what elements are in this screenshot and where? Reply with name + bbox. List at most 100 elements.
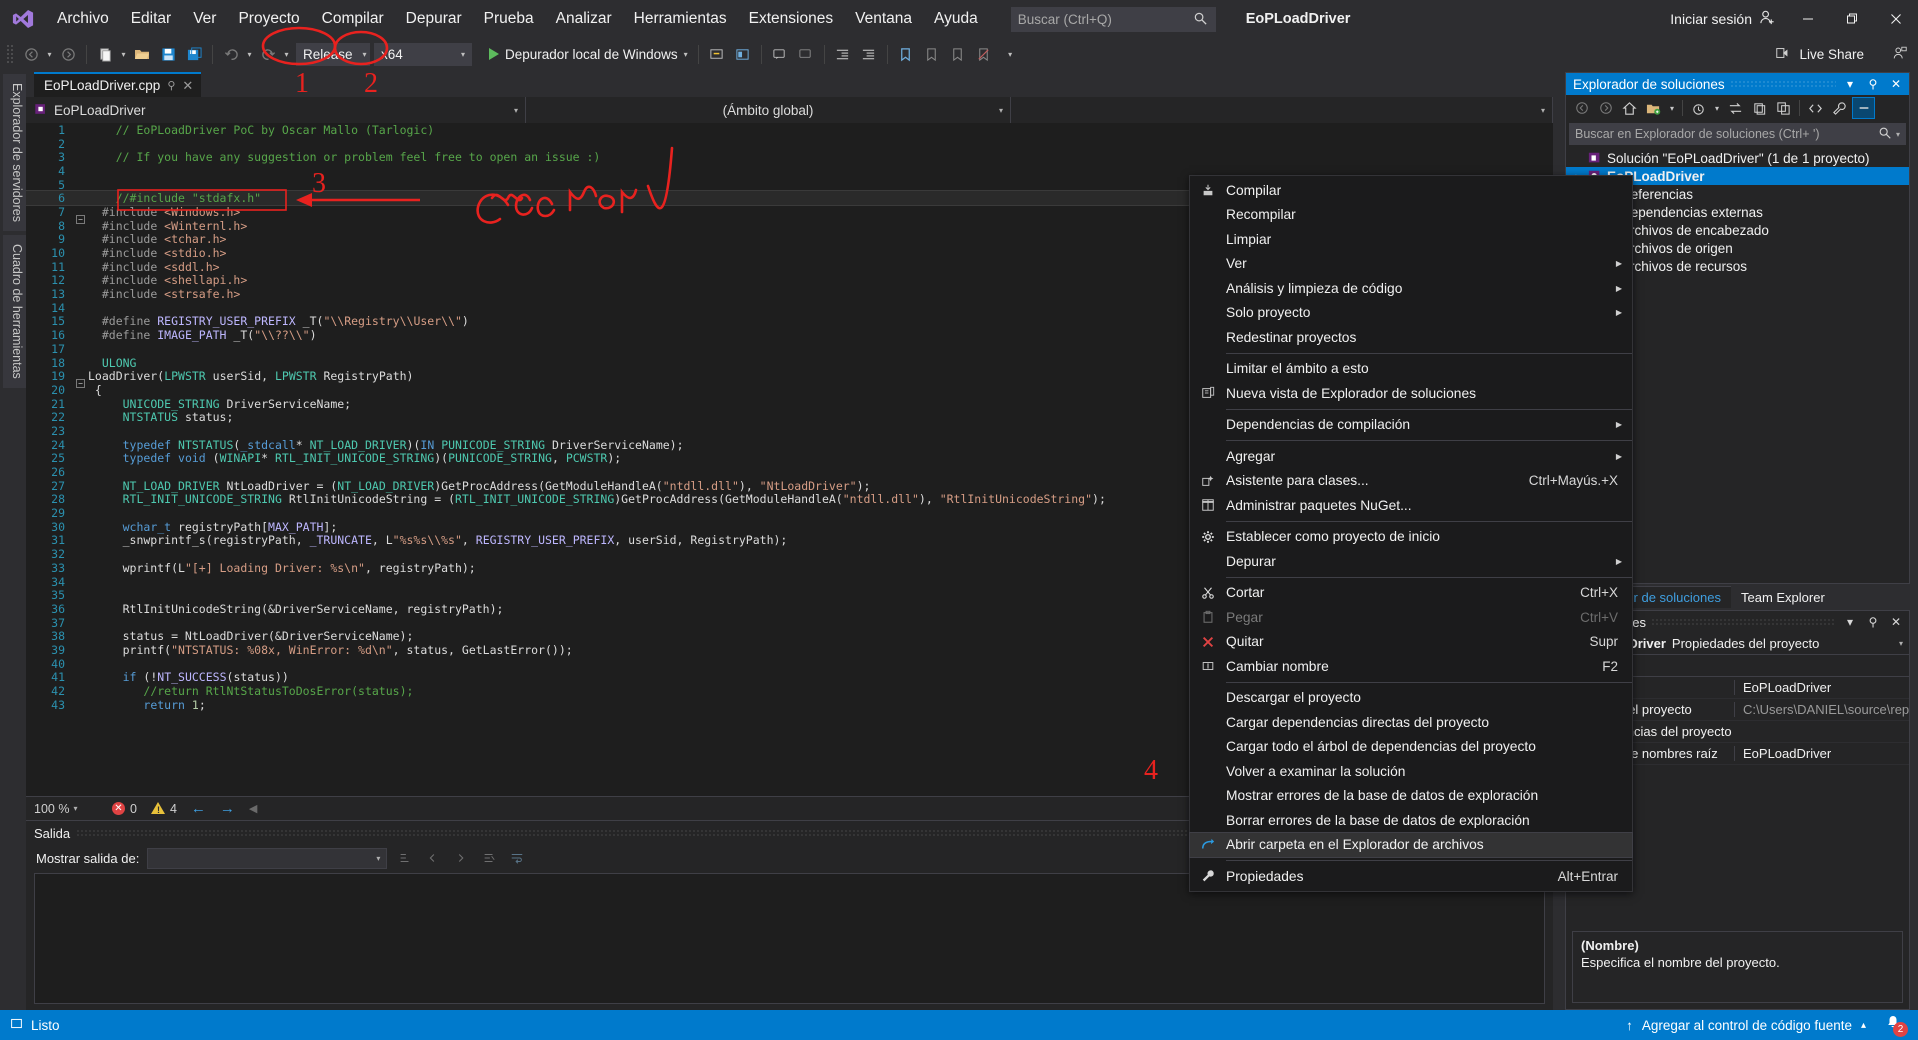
source-control-button[interactable]: Agregar al control de código fuente: [1642, 1018, 1852, 1033]
menu-item[interactable]: Borrar errores de la base de datos de ex…: [1190, 808, 1632, 833]
clear-bookmarks-icon[interactable]: [971, 42, 997, 66]
menu-item[interactable]: Dependencias de compilación ▶: [1190, 413, 1632, 438]
pin-icon[interactable]: ⚲: [167, 79, 175, 92]
navbar-scope-select[interactable]: (Ámbito global) ▾: [526, 97, 1011, 123]
menu-ayuda[interactable]: Ayuda: [923, 6, 989, 32]
menu-item[interactable]: Cargar todo el árbol de dependencias del…: [1190, 735, 1632, 760]
close-icon[interactable]: ✕: [1887, 77, 1905, 91]
toolbar-overflow-icon[interactable]: ▾: [1005, 42, 1016, 66]
output-wordwrap-icon[interactable]: [507, 848, 527, 868]
chevron-down-icon[interactable]: ▾: [1841, 615, 1859, 629]
navigate-forward-icon[interactable]: [55, 42, 81, 66]
menu-item[interactable]: Análisis y limpieza de código ▶: [1190, 276, 1632, 301]
menu-item[interactable]: Ver ▶: [1190, 252, 1632, 277]
attach-process-icon[interactable]: [704, 42, 730, 66]
chevron-up-icon[interactable]: ▴: [1861, 1020, 1866, 1031]
solution-explorer-search-input[interactable]: Buscar en Explorador de soluciones (Ctrl…: [1569, 123, 1906, 145]
menu-item[interactable]: Volver a examinar la solución: [1190, 759, 1632, 784]
bookmark-icon[interactable]: [893, 42, 919, 66]
navbar-member-select[interactable]: ▾: [1011, 97, 1553, 123]
menu-item[interactable]: Quitar Supr: [1190, 630, 1632, 655]
output-source-select[interactable]: ▾: [147, 847, 388, 869]
pending-changes-icon[interactable]: [1642, 97, 1665, 119]
menu-item[interactable]: Redestinar proyectos: [1190, 325, 1632, 350]
refresh-icon[interactable]: [1748, 97, 1771, 119]
close-icon[interactable]: ✕: [182, 78, 193, 94]
start-debug-button[interactable]: Depurador local de Windows ▾: [484, 45, 693, 64]
horizontal-scrollbar-left[interactable]: ◀: [249, 802, 257, 815]
collapse-region-icon[interactable]: −: [76, 379, 85, 389]
chevron-down-icon[interactable]: ▾: [684, 50, 688, 59]
comment-block-icon[interactable]: [767, 42, 793, 66]
home-icon[interactable]: [1618, 97, 1641, 119]
show-all-files-icon[interactable]: [1687, 97, 1710, 119]
menu-item[interactable]: Abrir carpeta en el Explorador de archiv…: [1189, 831, 1633, 858]
output-next-icon[interactable]: [451, 848, 471, 868]
view-code-icon[interactable]: [1804, 97, 1827, 119]
new-project-icon[interactable]: [92, 42, 118, 66]
pin-icon[interactable]: ⚲: [1864, 77, 1882, 91]
menu-item[interactable]: Recompilar: [1190, 203, 1632, 228]
open-file-icon[interactable]: [129, 42, 155, 66]
menu-herramientas[interactable]: Herramientas: [623, 6, 738, 32]
output-text-area[interactable]: [34, 873, 1545, 1004]
chevron-down-icon[interactable]: ▾: [1841, 77, 1859, 91]
output-clear-icon[interactable]: [479, 848, 499, 868]
navigate-back-dropdown-icon[interactable]: ▾: [44, 42, 55, 66]
navigate-forward-icon[interactable]: →: [220, 800, 235, 817]
chevron-down-icon[interactable]: ▾: [1666, 97, 1678, 119]
close-icon[interactable]: ✕: [1887, 615, 1905, 629]
panel-drag-dots[interactable]: [1651, 618, 1836, 626]
navigate-backward-icon[interactable]: ←: [191, 800, 206, 817]
property-value[interactable]: EoPLoadDriver: [1734, 680, 1909, 695]
output-goto-icon[interactable]: [395, 848, 415, 868]
back-icon[interactable]: [1570, 97, 1593, 119]
menu-depurar[interactable]: Depurar: [395, 6, 473, 32]
outdent-icon[interactable]: [830, 42, 856, 66]
maximize-restore-button[interactable]: [1830, 4, 1874, 34]
project-context-menu[interactable]: Compilar Recompilar Limpiar Ver ▶ Análisis y …: [1189, 175, 1633, 892]
navigate-back-icon[interactable]: [18, 42, 44, 66]
menu-item[interactable]: Mostrar errores de la base de datos de e…: [1190, 784, 1632, 809]
main-menu-bar[interactable]: Archivo Editar Ver Proyecto Compilar Dep…: [46, 0, 989, 38]
chevron-down-icon[interactable]: ▾: [1711, 97, 1723, 119]
redo-dropdown-icon[interactable]: ▾: [281, 42, 292, 66]
redo-icon[interactable]: [255, 42, 281, 66]
sign-in-button[interactable]: Iniciar sesión: [1660, 9, 1786, 29]
code-line[interactable]: 1 // EoPLoadDriver PoC by Oscar Mallo (T…: [26, 123, 1553, 137]
chevron-down-icon[interactable]: ▾: [1896, 130, 1900, 139]
undo-dropdown-icon[interactable]: ▾: [244, 42, 255, 66]
code-line[interactable]: 2: [26, 137, 1553, 151]
solution-configuration-select[interactable]: Release ▾: [296, 42, 370, 66]
properties-icon[interactable]: [1828, 97, 1851, 119]
menu-item[interactable]: Cambiar nombre F2: [1190, 654, 1632, 679]
code-line[interactable]: 3 // If you have any suggestion or probl…: [26, 150, 1553, 164]
next-bookmark-icon[interactable]: [945, 42, 971, 66]
menu-item[interactable]: Cortar Ctrl+X: [1190, 581, 1632, 606]
editor-tab-eoploaddriver-cpp[interactable]: EoPLoadDriver.cpp ⚲ ✕: [34, 72, 202, 97]
toolbar-grip[interactable]: [6, 44, 15, 64]
undo-icon[interactable]: [218, 42, 244, 66]
menu-item[interactable]: Cargar dependencias directas del proyect…: [1190, 710, 1632, 735]
collapse-all-icon[interactable]: [1772, 97, 1795, 119]
menu-item[interactable]: Solo proyecto ▶: [1190, 301, 1632, 326]
property-value[interactable]: EoPLoadDriver: [1734, 746, 1909, 761]
uncomment-block-icon[interactable]: [793, 42, 819, 66]
menu-compilar[interactable]: Compilar: [311, 6, 395, 32]
menu-ventana[interactable]: Ventana: [844, 6, 923, 32]
menu-item[interactable]: Administrar paquetes NuGet...: [1190, 493, 1632, 518]
menu-item[interactable]: Propiedades Alt+Entrar: [1190, 864, 1632, 889]
menu-item[interactable]: Asistente para clases... Ctrl+Mayús.+X: [1190, 469, 1632, 494]
zoom-level-select[interactable]: 100 % ▾: [34, 802, 98, 816]
menu-analizar[interactable]: Analizar: [545, 6, 623, 32]
tree-item[interactable]: Solución "EoPLoadDriver" (1 de 1 proyect…: [1566, 149, 1909, 167]
menu-item[interactable]: Agregar ▶: [1190, 444, 1632, 469]
new-project-dropdown-icon[interactable]: ▾: [118, 42, 129, 66]
menu-prueba[interactable]: Prueba: [473, 6, 545, 32]
pin-icon[interactable]: ⚲: [1864, 615, 1882, 629]
menu-editar[interactable]: Editar: [120, 6, 183, 32]
panel-drag-dots[interactable]: [1729, 80, 1836, 88]
solution-platform-select[interactable]: x64 ▾: [374, 42, 472, 66]
property-value[interactable]: C:\Users\DANIEL\source\repos\E: [1734, 702, 1909, 717]
menu-ver[interactable]: Ver: [182, 6, 227, 32]
